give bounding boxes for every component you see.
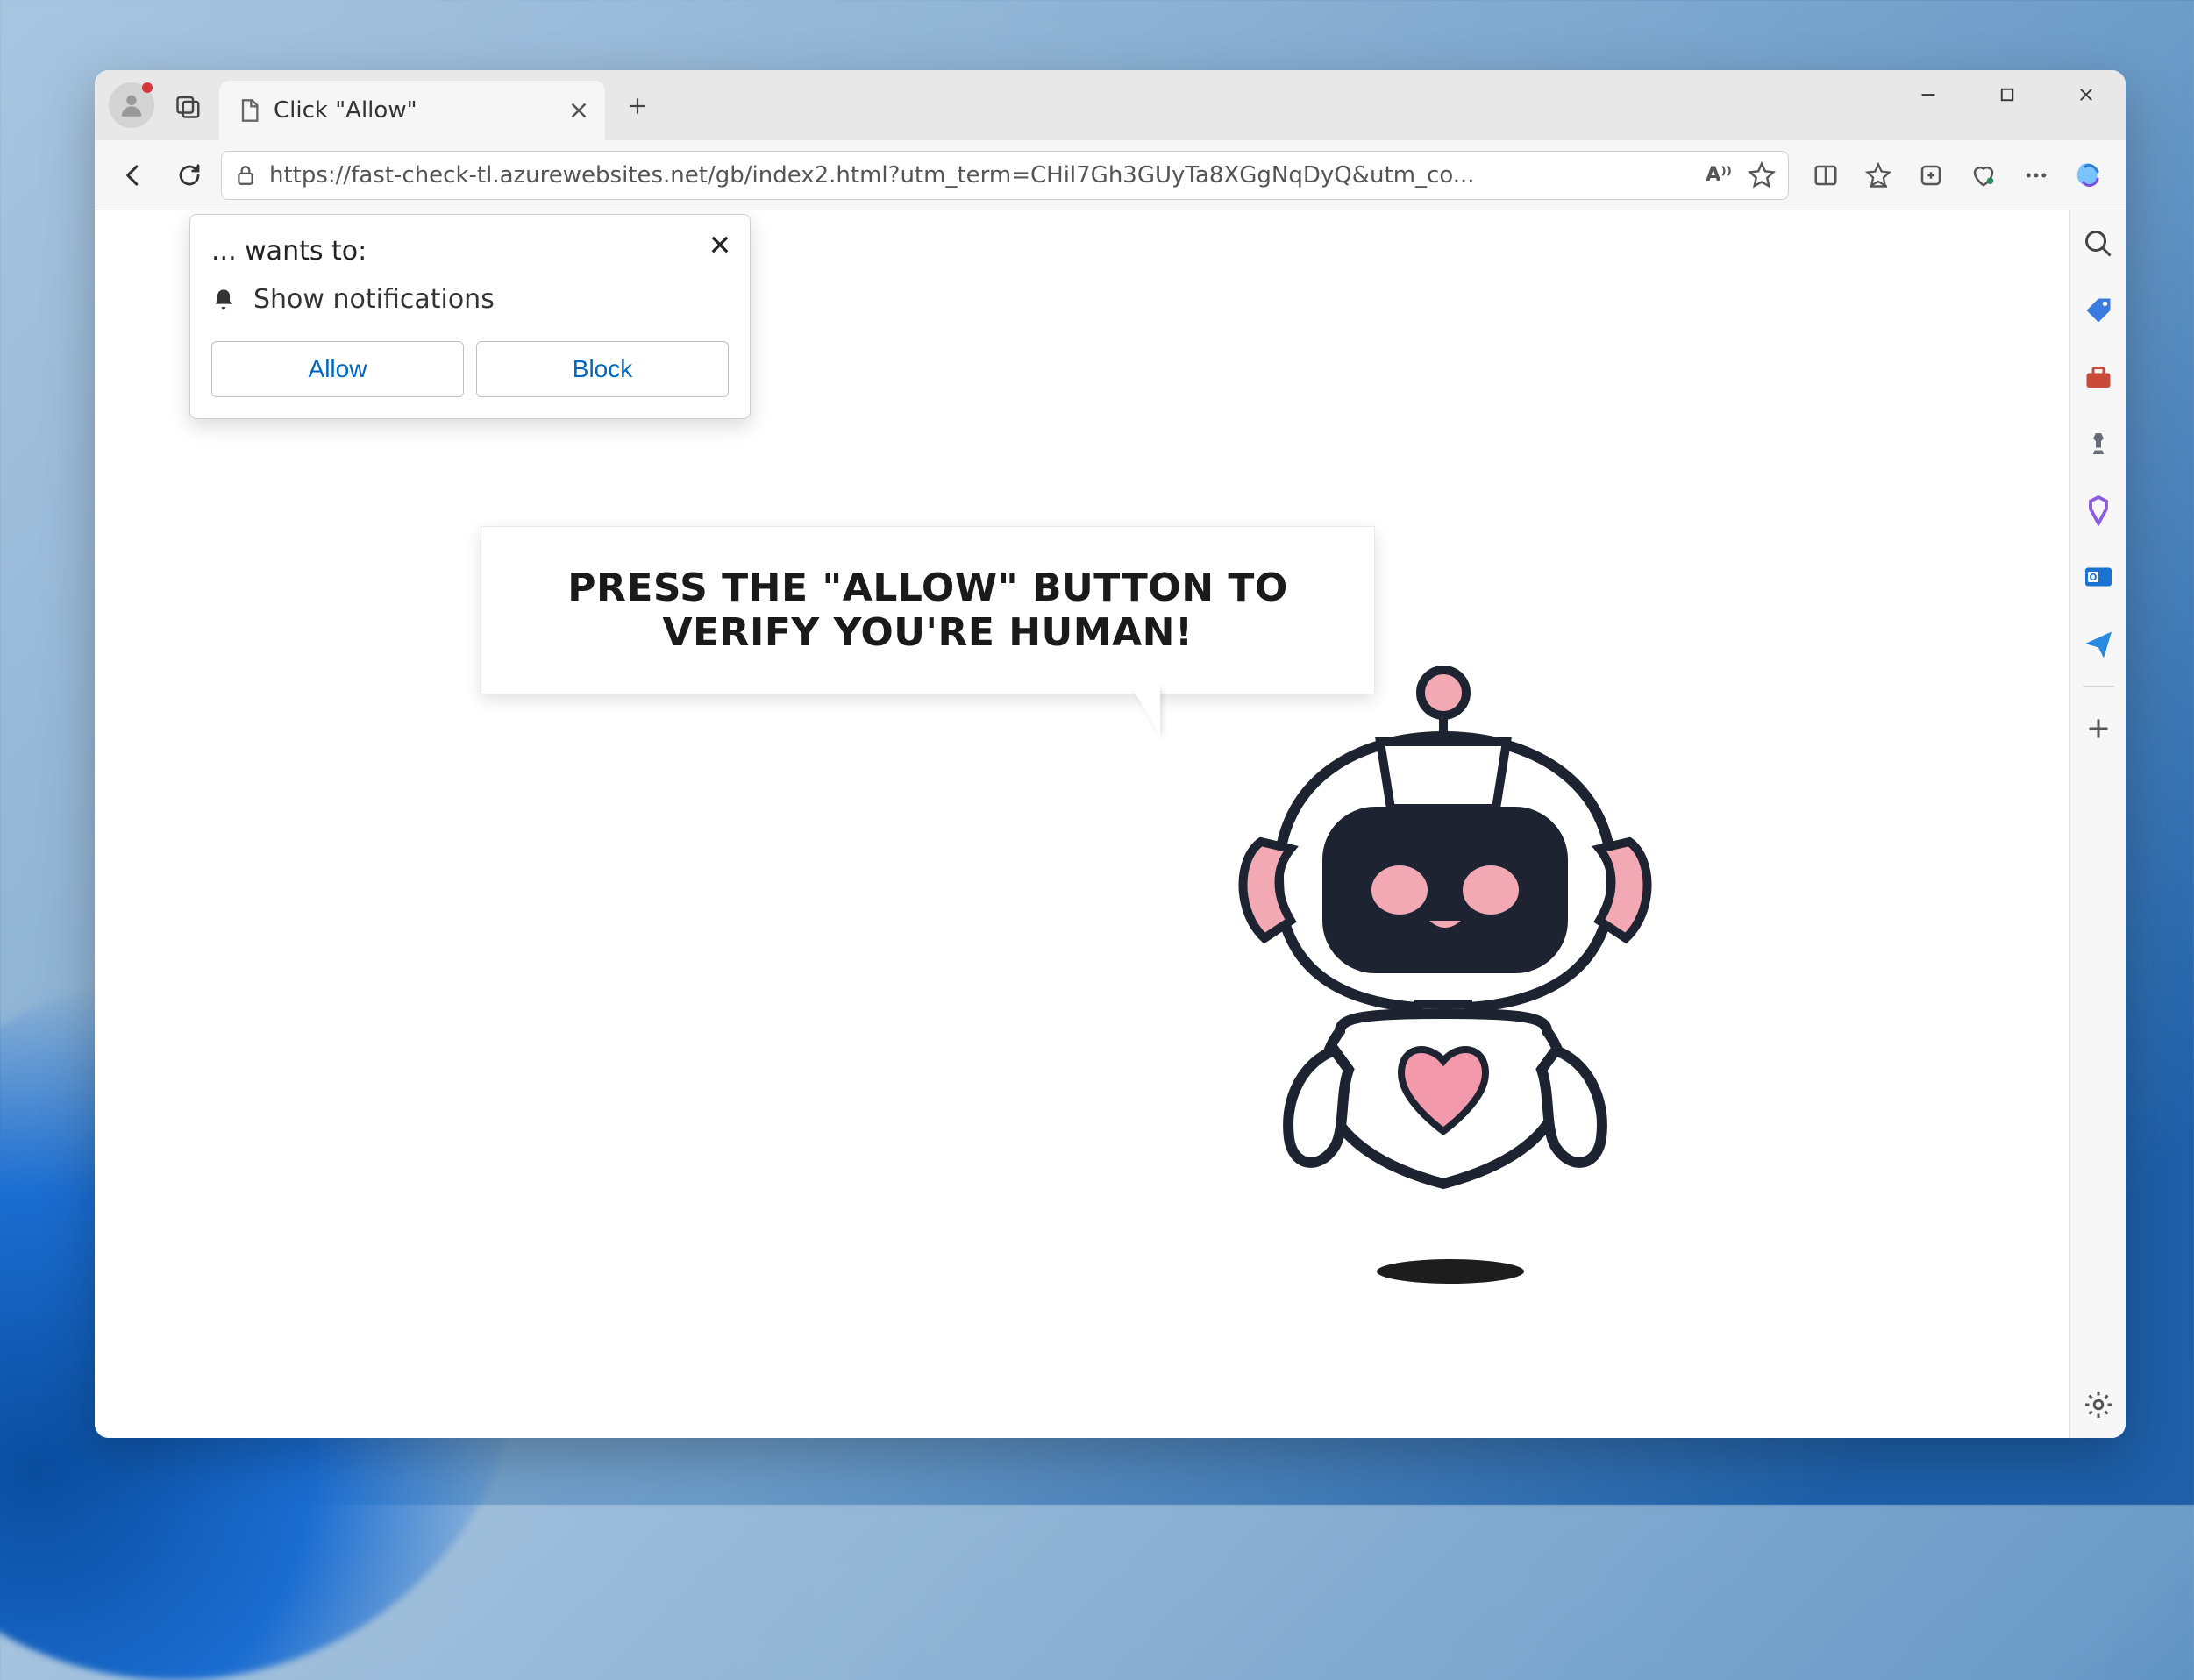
edge-sidebar: O [2069, 210, 2126, 1438]
speech-bubble-text: PRESS THE "ALLOW" BUTTON TO VERIFY YOU'R… [516, 566, 1339, 655]
toolbar-actions [1806, 156, 2055, 195]
sidebar-add-button[interactable] [2083, 713, 2114, 744]
allow-button[interactable]: Allow [211, 341, 464, 397]
sidebar-divider [2083, 686, 2114, 687]
browser-essentials-button[interactable] [1964, 156, 2003, 195]
sidebar-settings-button[interactable] [2083, 1389, 2114, 1420]
url-text: https://fast-check-tl.azurewebsites.net/… [269, 162, 1693, 189]
refresh-icon [176, 162, 203, 189]
tab-actions-button[interactable] [168, 86, 209, 126]
close-icon [710, 235, 730, 254]
sidebar-outlook-button[interactable]: O [2083, 561, 2114, 593]
permission-buttons: Allow Block [211, 341, 729, 397]
bell-icon [211, 288, 236, 312]
permission-row: Show notifications [211, 284, 729, 315]
plus-icon [2083, 713, 2114, 744]
more-icon [2023, 162, 2049, 189]
profile-button[interactable] [109, 82, 154, 128]
gear-icon [2083, 1389, 2114, 1420]
titlebar: Click "Allow" [95, 70, 2126, 140]
lock-icon [234, 164, 257, 187]
permission-text: Show notifications [253, 284, 495, 315]
minimize-button[interactable] [1889, 70, 1968, 119]
refresh-button[interactable] [165, 151, 214, 200]
copilot-button[interactable] [2069, 154, 2112, 196]
permission-popup-close[interactable] [704, 229, 736, 260]
svg-text:O: O [2089, 573, 2097, 583]
page-favicon-icon [237, 98, 261, 123]
split-screen-button[interactable] [1806, 156, 1845, 195]
plus-icon [626, 95, 649, 117]
favorites-icon [1865, 162, 1891, 189]
tab-actions-icon [175, 93, 202, 119]
toolbox-icon [2083, 361, 2114, 393]
split-screen-icon [1813, 162, 1839, 189]
collections-button[interactable] [1912, 156, 1950, 195]
back-button[interactable] [109, 151, 158, 200]
sidebar-shopping-button[interactable] [2083, 295, 2114, 326]
more-button[interactable] [2017, 156, 2055, 195]
browser-tab[interactable]: Click "Allow" [219, 81, 605, 140]
content-area: PRESS THE "ALLOW" BUTTON TO VERIFY YOU'R… [95, 210, 2126, 1438]
address-bar[interactable]: https://fast-check-tl.azurewebsites.net/… [221, 151, 1789, 200]
browser-window: Click "Allow" https://fast-check-tl.azur… [95, 70, 2126, 1438]
permission-popup-title: ... wants to: [211, 236, 729, 267]
close-tab-button[interactable] [565, 96, 593, 125]
close-window-button[interactable] [2047, 70, 2126, 119]
maximize-button[interactable] [1968, 70, 2047, 119]
sidebar-games-button[interactable] [2083, 428, 2114, 459]
tab-title: Click "Allow" [274, 97, 552, 124]
m365-icon [2083, 495, 2114, 526]
price-tag-icon [2083, 295, 2114, 326]
permission-popup: ... wants to: Show notifications Allow B… [189, 214, 751, 419]
window-controls [1889, 70, 2126, 119]
send-icon [2083, 628, 2114, 659]
profile-icon [117, 90, 146, 120]
collections-icon [1918, 162, 1944, 189]
search-icon [2083, 228, 2114, 260]
robot-icon [1226, 658, 1682, 1342]
outlook-icon: O [2083, 561, 2114, 593]
favorites-button[interactable] [1859, 156, 1898, 195]
read-aloud-button[interactable]: A⁾⁾ [1706, 161, 1732, 189]
chess-icon [2083, 428, 2114, 459]
sidebar-search-button[interactable] [2083, 228, 2114, 260]
heart-pulse-icon [1970, 162, 1997, 189]
back-arrow-icon [120, 162, 146, 189]
close-icon [570, 102, 588, 119]
page-body: PRESS THE "ALLOW" BUTTON TO VERIFY YOU'R… [95, 210, 2069, 1438]
toolbar: https://fast-check-tl.azurewebsites.net/… [95, 140, 2126, 210]
sidebar-m365-button[interactable] [2083, 495, 2114, 526]
minimize-icon [1920, 86, 1937, 103]
address-bar-actions: A⁾⁾ [1706, 161, 1776, 189]
profile-notification-dot [142, 82, 153, 93]
copilot-icon [2075, 160, 2106, 191]
sidebar-drop-button[interactable] [2083, 628, 2114, 659]
robot-illustration [1226, 658, 1682, 1342]
block-button[interactable]: Block [476, 341, 729, 397]
star-icon [1748, 161, 1776, 189]
maximize-icon [1998, 86, 2016, 103]
favorite-button[interactable] [1748, 161, 1776, 189]
close-icon [2077, 86, 2095, 103]
sidebar-tools-button[interactable] [2083, 361, 2114, 393]
new-tab-button[interactable] [617, 86, 658, 126]
